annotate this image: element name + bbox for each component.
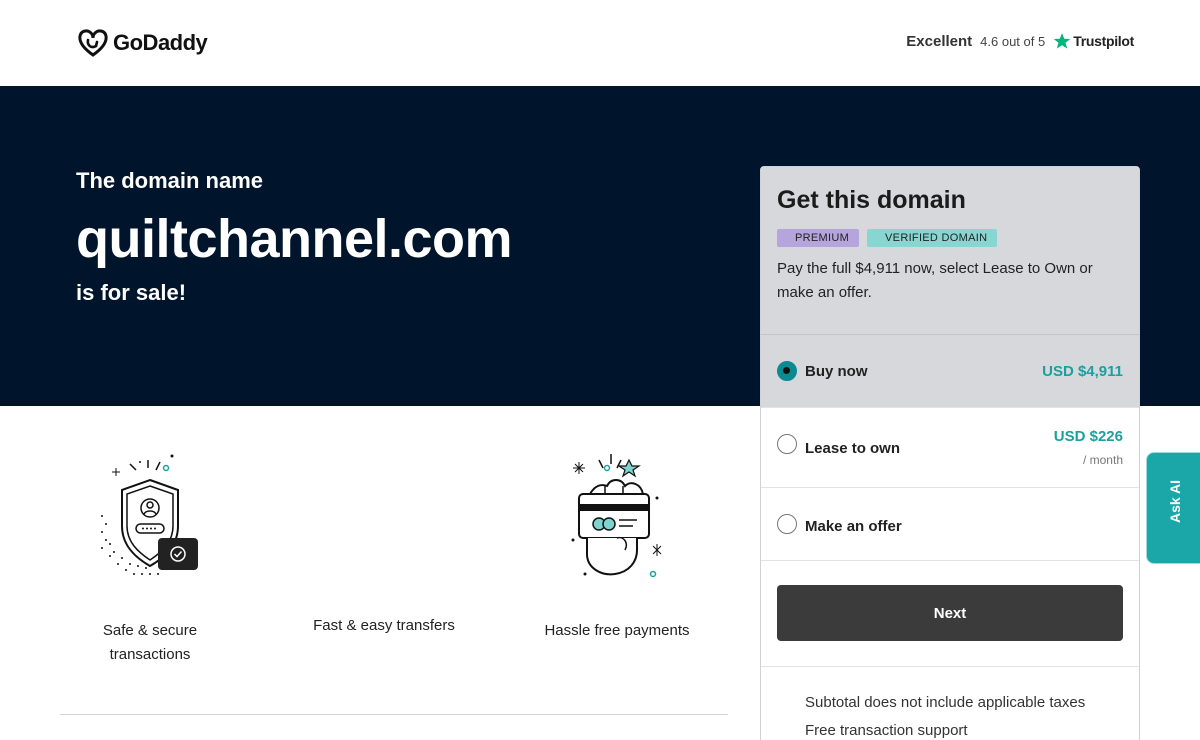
card-description: Pay the full $4,911 now, select Lease to… [777,260,1093,301]
option-price: USD $226 [1053,428,1123,445]
card-header: Get this domain PREMIUM VERIFIED DOMAIN … [761,167,1139,335]
shield-icon [101,454,198,575]
card-payment-icon [571,454,662,578]
option-label: Buy now [805,363,868,380]
domain-name: quiltchannel.com [76,209,513,269]
feature-secure: Safe & secure transactions [50,446,250,667]
ask-ai-button[interactable]: Ask AI [1146,452,1200,564]
next-section: Next [761,561,1139,667]
trustpilot-brand: Trustpilot [1053,32,1134,50]
note-taxes: Subtotal does not include applicable tax… [805,694,1086,711]
option-label: Make an offer [805,518,902,535]
option-per-month: / month [1082,453,1123,467]
feature-label-line2: transactions [109,646,191,663]
hero-post-text: is for sale! [76,280,187,305]
next-button[interactable]: Next [777,585,1123,641]
logo-text: GoDaddy [113,30,208,55]
trustpilot-text: Trustpilot [1073,33,1134,49]
option-price: USD $4,911 [1042,363,1123,380]
radio-make-offer[interactable] [777,514,797,534]
hero-pre-text: The domain name [76,168,264,193]
feature-transfers: Fast & easy transfers [284,446,484,638]
godaddy-heart-icon [78,29,108,57]
option-buy-now[interactable]: Buy now USD $4,911 [761,335,1139,408]
option-make-offer[interactable]: Make an offer [761,488,1139,561]
godaddy-logo[interactable]: GoDaddy [77,28,208,58]
ask-ai-label: Ask AI [1167,479,1183,523]
section-divider [60,714,728,715]
rating-score: 4.6 out of 5 [980,33,1046,49]
feature-payments: Hassle free payments [517,446,717,643]
card-notes: Subtotal does not include applicable tax… [761,667,1139,740]
card-title: Get this domain [777,186,966,214]
rating-label: Excellent [906,32,973,50]
premium-badge: PREMIUM [777,229,860,247]
purchase-card: Get this domain PREMIUM VERIFIED DOMAIN … [760,166,1140,740]
star-icon [1053,33,1071,49]
site-header: GoDaddy Excellent 4.6 out of 5 Trustpilo… [0,0,1200,86]
feature-label-line1: Hassle free payments [544,622,690,639]
feature-label-line1: Fast & easy transfers [313,617,455,634]
transfer-icon [324,446,444,586]
radio-buy-now[interactable] [777,361,797,381]
option-lease-to-own[interactable]: Lease to own USD $226 / month [761,408,1139,488]
feature-label-line1: Safe & secure [102,622,198,639]
verified-domain-badge: VERIFIED DOMAIN [867,229,998,247]
note-support: Free transaction support [805,722,968,739]
trustpilot-rating[interactable]: Excellent 4.6 out of 5 Trustpilot [906,32,1134,50]
badge-row: PREMIUM VERIFIED DOMAIN [777,229,1123,247]
option-label: Lease to own [805,440,901,457]
radio-lease-to-own[interactable] [777,434,797,454]
